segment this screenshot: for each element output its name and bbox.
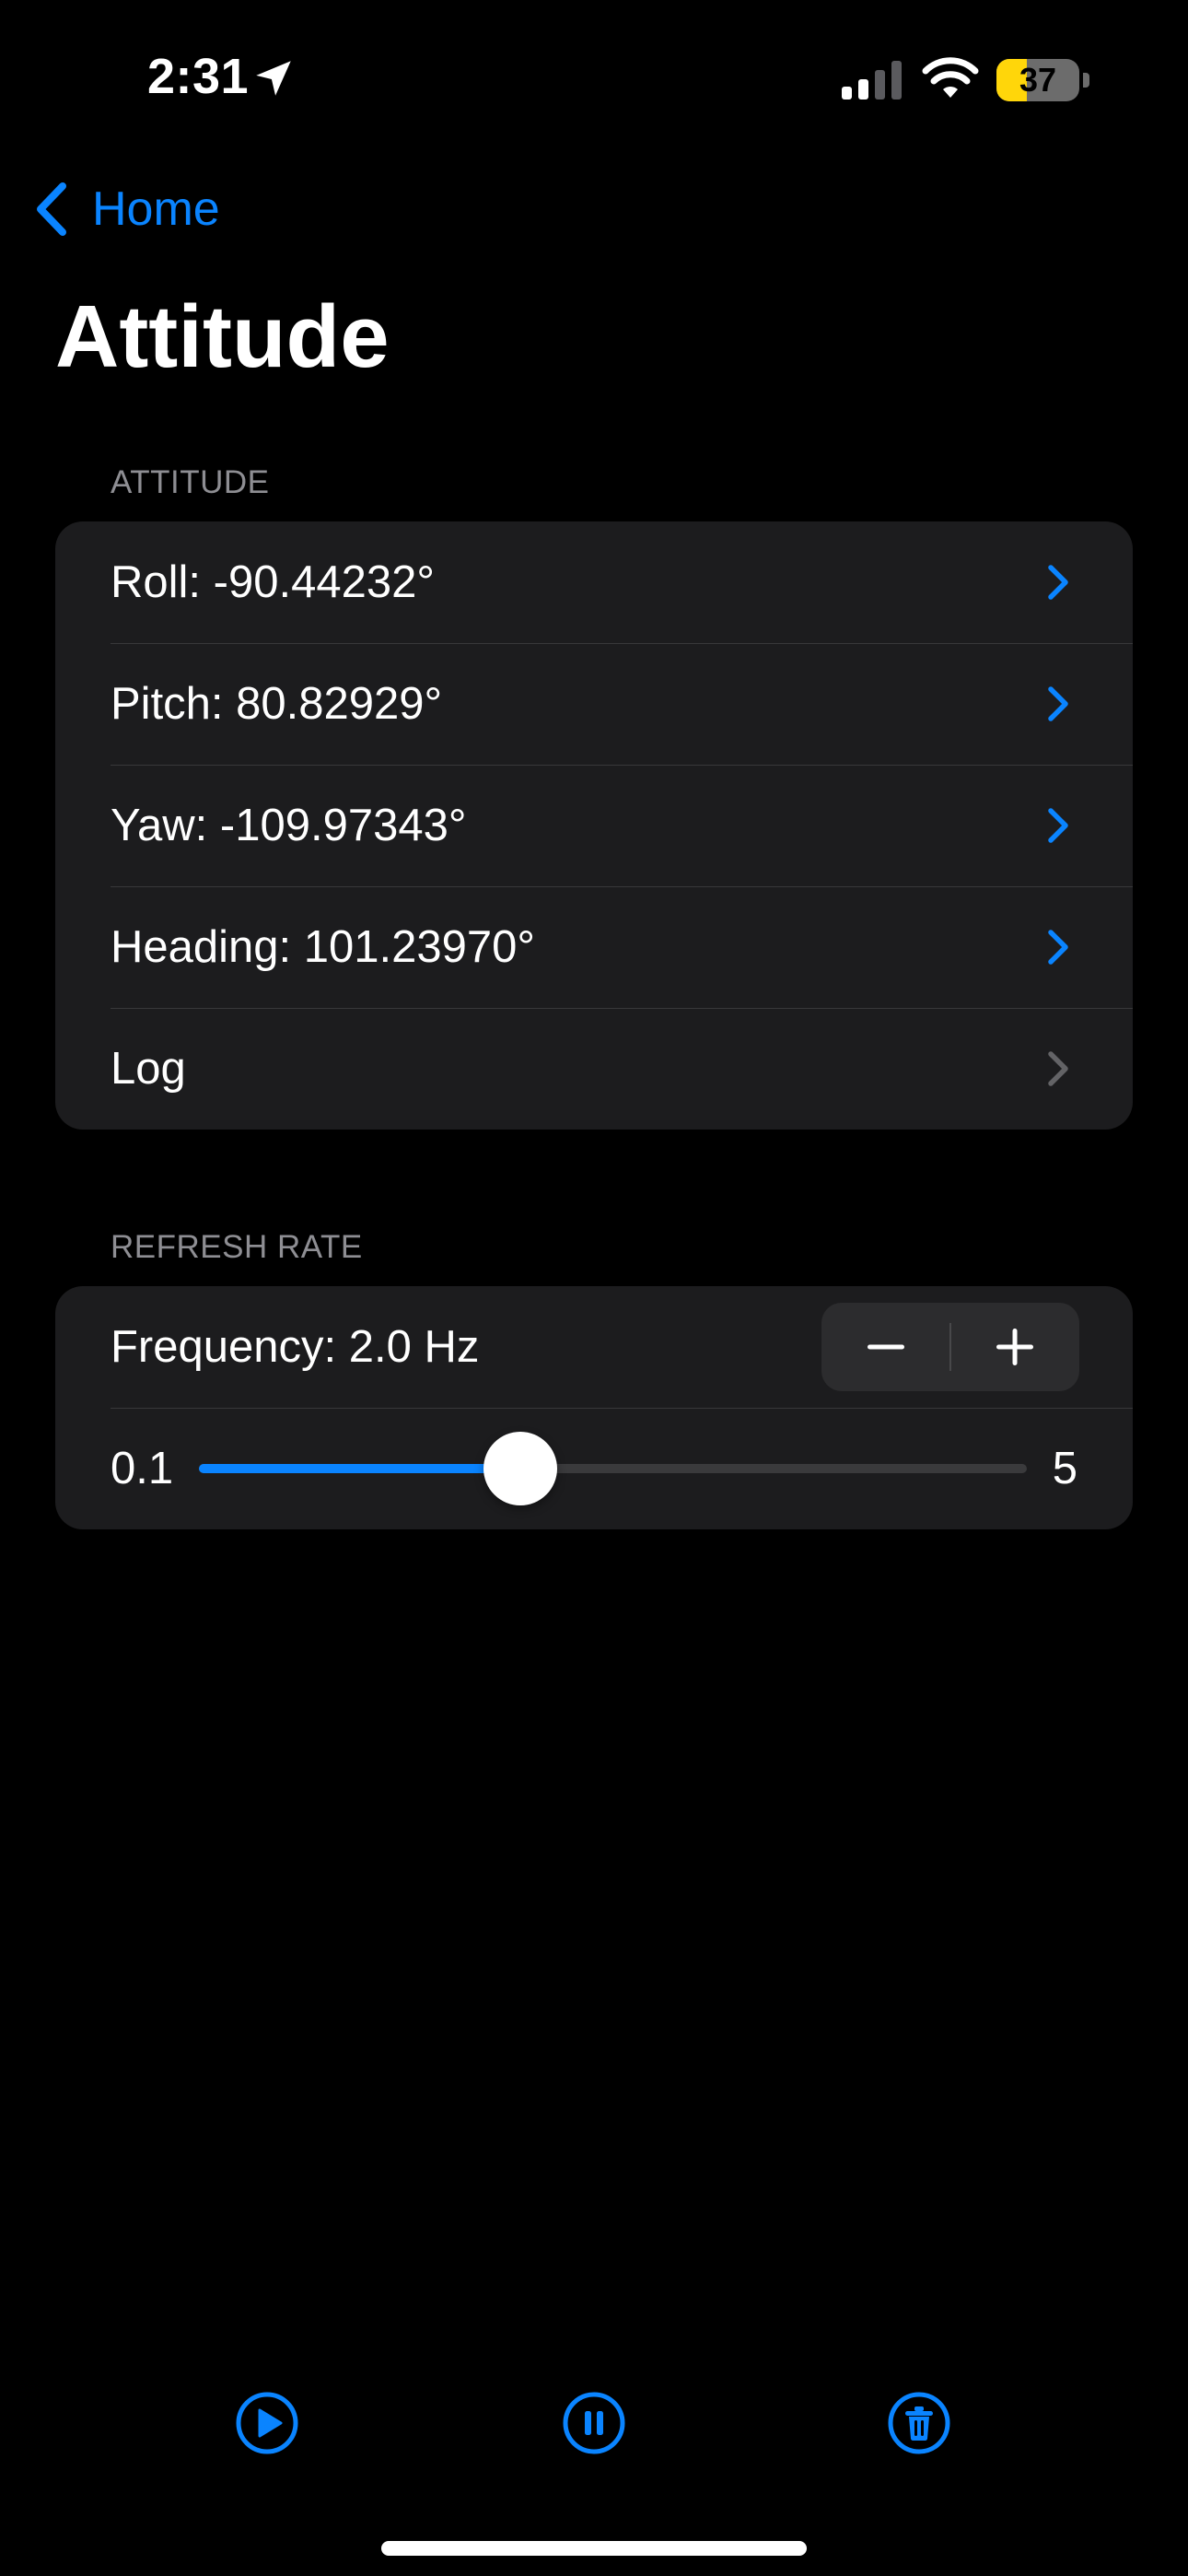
refresh-rate-section-header: REFRESH RATE — [111, 1229, 363, 1265]
decrement-button[interactable] — [821, 1303, 950, 1391]
trash-circle-icon[interactable] — [882, 2386, 956, 2460]
cellular-signal-icon — [842, 61, 902, 100]
page-title: Attitude — [55, 287, 390, 386]
frequency-slider-row: 0.1 5 — [55, 1408, 1133, 1529]
list-item-roll[interactable]: Roll: -90.44232° — [55, 521, 1133, 643]
wifi-icon — [922, 57, 979, 98]
chevron-right-icon — [1048, 1051, 1068, 1086]
back-button[interactable]: Home — [31, 177, 220, 241]
frequency-row: Frequency: 2.0 Hz — [55, 1286, 1133, 1408]
slider-fill — [199, 1464, 520, 1473]
chevron-right-icon — [1048, 565, 1068, 600]
increment-button[interactable] — [950, 1303, 1079, 1391]
slider-thumb[interactable] — [483, 1432, 557, 1505]
pause-circle-icon[interactable] — [557, 2386, 631, 2460]
slider-max-label: 5 — [1052, 1444, 1077, 1493]
list-item-yaw[interactable]: Yaw: -109.97343° — [55, 765, 1133, 886]
chevron-right-icon — [1048, 808, 1068, 843]
battery-indicator: 37 — [996, 59, 1089, 101]
frequency-stepper[interactable] — [821, 1303, 1079, 1391]
status-time: 2:31 — [147, 49, 250, 104]
bottom-toolbar — [0, 2386, 1188, 2460]
minus-icon — [868, 1344, 904, 1350]
plus-icon — [996, 1329, 1033, 1365]
attitude-section-header: ATTITUDE — [111, 464, 270, 500]
list-item-pitch[interactable]: Pitch: 80.82929° — [55, 643, 1133, 765]
yaw-label: Yaw: -109.97343° — [111, 801, 467, 850]
chevron-right-icon — [1048, 930, 1068, 965]
battery-percent: 37 — [1019, 61, 1057, 99]
back-button-label: Home — [92, 182, 220, 236]
attitude-list: Roll: -90.44232° Pitch: 80.82929° Yaw: -… — [55, 521, 1133, 1130]
roll-label: Roll: -90.44232° — [111, 557, 435, 607]
chevron-right-icon — [1048, 686, 1068, 721]
log-label: Log — [111, 1044, 186, 1094]
heading-label: Heading: 101.23970° — [111, 922, 535, 972]
refresh-rate-card: Frequency: 2.0 Hz 0.1 5 — [55, 1286, 1133, 1529]
list-item-log[interactable]: Log — [55, 1008, 1133, 1130]
home-indicator[interactable] — [381, 2541, 807, 2556]
location-arrow-icon — [256, 61, 291, 96]
list-item-heading[interactable]: Heading: 101.23970° — [55, 886, 1133, 1008]
status-bar: 2:31 37 — [0, 0, 1188, 157]
pitch-label: Pitch: 80.82929° — [111, 679, 443, 729]
play-circle-icon[interactable] — [230, 2386, 304, 2460]
frequency-slider[interactable] — [199, 1432, 1027, 1505]
chevron-left-icon — [37, 182, 66, 236]
frequency-label: Frequency: 2.0 Hz — [111, 1322, 480, 1372]
slider-min-label: 0.1 — [111, 1444, 174, 1493]
